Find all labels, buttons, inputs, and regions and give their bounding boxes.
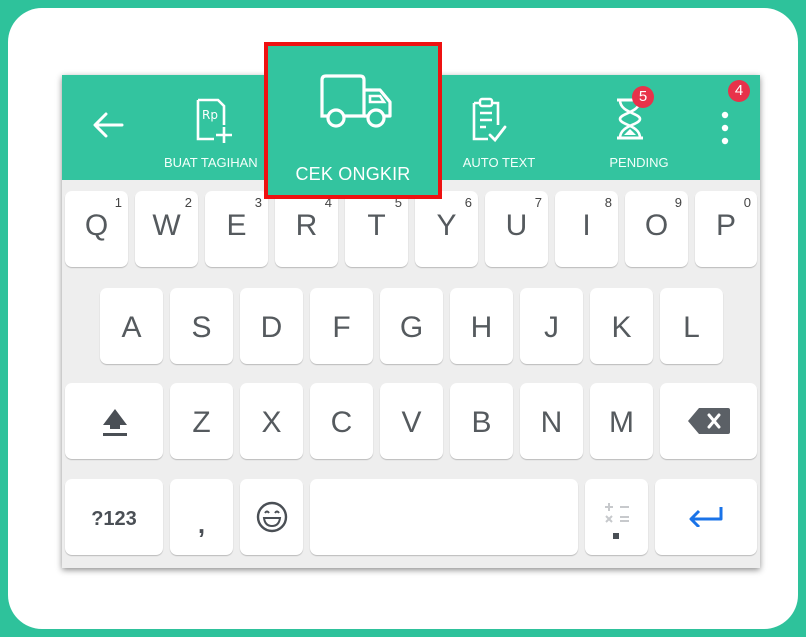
- key-l[interactable]: L: [660, 288, 723, 364]
- key-y-number: 6: [464, 195, 472, 210]
- enter-return-icon: [687, 505, 725, 532]
- key-x[interactable]: X: [240, 383, 303, 459]
- key-j[interactable]: J: [520, 288, 583, 364]
- key-h[interactable]: H: [450, 288, 513, 364]
- key-q-letter: Q: [84, 209, 109, 242]
- key-h-letter: H: [470, 311, 493, 344]
- key-d[interactable]: D: [240, 288, 303, 364]
- delivery-truck-icon: [318, 72, 394, 132]
- key-u-number: 7: [534, 195, 542, 210]
- key-d-letter: D: [260, 311, 283, 344]
- key-n-letter: N: [540, 406, 563, 439]
- key-r-letter: R: [295, 209, 318, 242]
- key-p[interactable]: 0P: [695, 191, 757, 267]
- symbols-key-label: ?123: [91, 508, 137, 530]
- plus-minus-times-equals-icon: [603, 497, 631, 546]
- key-v[interactable]: V: [380, 383, 443, 459]
- key-t[interactable]: 5T: [345, 191, 408, 267]
- key-w-number: 2: [184, 195, 192, 210]
- key-w-letter: W: [152, 209, 181, 242]
- key-i-number: 8: [604, 195, 612, 210]
- key-e-number: 3: [254, 195, 262, 210]
- key-e[interactable]: 3E: [205, 191, 268, 267]
- key-l-letter: L: [683, 311, 700, 344]
- space-key[interactable]: [310, 479, 578, 555]
- vertical-dots-icon: [720, 111, 730, 145]
- comma-key-label: ,: [197, 509, 206, 539]
- more-options-badge: 4: [728, 80, 750, 102]
- key-x-letter: X: [261, 406, 282, 439]
- math-symbols-key[interactable]: [585, 479, 648, 555]
- key-b-letter: B: [471, 406, 492, 439]
- enter-key[interactable]: [655, 479, 757, 555]
- key-w[interactable]: 2W: [135, 191, 198, 267]
- key-k-letter: K: [611, 311, 632, 344]
- key-z-letter: Z: [192, 406, 211, 439]
- key-o-number: 9: [674, 195, 682, 210]
- cek-ongkir-label: CEK ONGKIR: [295, 164, 411, 184]
- key-p-number: 0: [743, 195, 751, 210]
- backspace-icon: [687, 407, 731, 440]
- pending-badge: 5: [632, 86, 654, 108]
- key-s-letter: S: [191, 311, 212, 344]
- key-e-letter: E: [226, 209, 247, 242]
- key-z[interactable]: Z: [170, 383, 233, 459]
- cek-ongkir-button[interactable]: CEK ONGKIR: [264, 42, 442, 199]
- back-button[interactable]: [80, 75, 140, 180]
- key-r[interactable]: 4R: [275, 191, 338, 267]
- key-f-letter: F: [332, 311, 351, 344]
- key-y-letter: Y: [436, 209, 457, 242]
- key-m[interactable]: M: [590, 383, 653, 459]
- key-u-letter: U: [505, 209, 528, 242]
- key-q[interactable]: 1Q: [65, 191, 128, 267]
- key-q-number: 1: [114, 195, 122, 210]
- pending-button[interactable]: 5 PENDING: [584, 75, 694, 180]
- key-y[interactable]: 6Y: [415, 191, 478, 267]
- key-u[interactable]: 7U: [485, 191, 548, 267]
- auto-text-button[interactable]: AUTO TEXT: [444, 75, 554, 180]
- arrow-left-icon: [92, 111, 124, 139]
- symbols-key[interactable]: ?123: [65, 479, 163, 555]
- key-v-letter: V: [401, 406, 422, 439]
- backspace-key[interactable]: [660, 383, 757, 459]
- auto-text-label: AUTO TEXT: [462, 155, 536, 170]
- key-i[interactable]: 8I: [555, 191, 618, 267]
- key-p-letter: P: [715, 209, 736, 242]
- more-options-button[interactable]: 4: [702, 75, 752, 180]
- emoji-key[interactable]: [240, 479, 303, 555]
- key-k[interactable]: K: [590, 288, 653, 364]
- key-j-letter: J: [544, 311, 559, 344]
- key-b[interactable]: B: [450, 383, 513, 459]
- key-g-letter: G: [399, 311, 424, 344]
- emoji-icon: [256, 501, 288, 538]
- key-o[interactable]: 9O: [625, 191, 688, 267]
- key-c[interactable]: C: [310, 383, 373, 459]
- clipboard-check-icon: [468, 97, 508, 143]
- key-s[interactable]: S: [170, 288, 233, 364]
- key-g[interactable]: G: [380, 288, 443, 364]
- key-a-letter: A: [121, 311, 142, 344]
- key-a[interactable]: A: [100, 288, 163, 364]
- comma-key[interactable]: ,: [170, 479, 233, 555]
- pending-label: PENDING: [609, 155, 669, 170]
- key-f[interactable]: F: [310, 288, 373, 364]
- key-c-letter: C: [330, 406, 353, 439]
- rp-invoice-add-icon: Rp: [194, 97, 234, 145]
- key-m-letter: M: [609, 406, 634, 439]
- key-o-letter: O: [644, 209, 669, 242]
- svg-text:Rp: Rp: [202, 108, 218, 122]
- key-i-letter: I: [582, 209, 591, 242]
- key-n[interactable]: N: [520, 383, 583, 459]
- shift-key[interactable]: [65, 383, 163, 459]
- shift-arrow-icon: [101, 407, 129, 442]
- key-t-letter: T: [367, 209, 386, 242]
